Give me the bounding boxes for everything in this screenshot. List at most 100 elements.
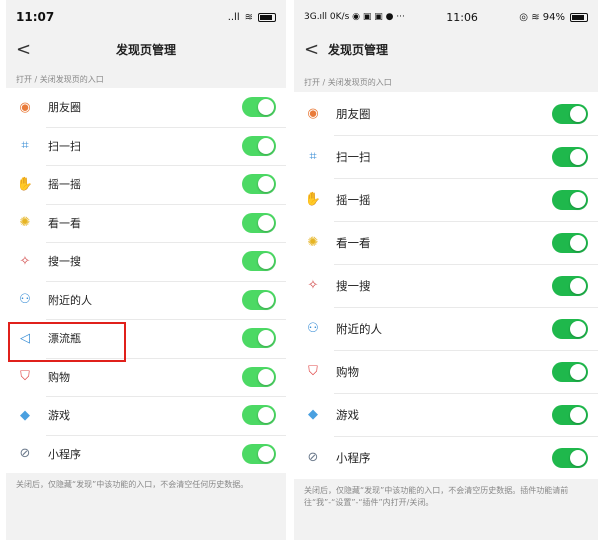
- toggle-switch[interactable]: [242, 289, 276, 310]
- section-label: 打开 / 关闭发现页的入口: [304, 78, 392, 87]
- top-stories-icon: ✺: [307, 235, 319, 250]
- item-label: 扫一扫: [48, 139, 81, 153]
- scan-icon: ⌗: [21, 138, 29, 154]
- section-label: 打开 / 关闭发现页的入口: [16, 75, 104, 84]
- item-label: 扫一扫: [336, 149, 371, 164]
- item-label: 看一看: [48, 216, 81, 230]
- moments-icon: ◉: [307, 106, 319, 121]
- toggle-switch[interactable]: [552, 189, 588, 210]
- item-label: 购物: [48, 370, 70, 384]
- item-label: 搜一搜: [48, 255, 81, 269]
- list-item: ⛉ 购物: [294, 350, 598, 393]
- list-item: ⌗ 扫一扫: [294, 135, 598, 178]
- list-item: ✋ 摇一摇: [6, 165, 286, 204]
- toggle-switch[interactable]: [242, 366, 276, 387]
- toggle-switch[interactable]: [552, 318, 588, 339]
- battery-icon: [570, 12, 588, 22]
- list-item: ⛉ 购物: [6, 357, 286, 397]
- search-icon: ✧: [307, 278, 319, 293]
- list-item: ✧ 搜一搜: [6, 242, 286, 281]
- toggle-switch[interactable]: [552, 275, 588, 296]
- toggle-switch[interactable]: [552, 447, 588, 468]
- shake-icon: ✋: [16, 176, 34, 192]
- toggle-switch[interactable]: [242, 328, 276, 349]
- mini-program-icon: ⊘: [19, 446, 31, 462]
- toggle-switch[interactable]: [552, 103, 588, 124]
- item-label: 朋友圈: [48, 101, 81, 115]
- signal-icon: ..ll: [227, 11, 240, 23]
- status-bar: 11:07 ..ll ≋: [6, 0, 286, 34]
- item-label: 小程序: [336, 450, 371, 465]
- status-right-indicators: ◎ ≋ 94%: [519, 11, 565, 23]
- page-title: 发现页管理: [115, 42, 176, 57]
- shopping-icon: ⛉: [20, 369, 30, 385]
- list-item: ◉ 朋友圈: [6, 88, 286, 127]
- people-nearby-icon: ⚇: [307, 321, 319, 336]
- list-item: ✋ 摇一摇: [294, 178, 598, 221]
- page-title: 发现页管理: [328, 42, 389, 57]
- toggle-switch[interactable]: [242, 97, 276, 118]
- item-label: 摇一摇: [48, 178, 81, 192]
- toggle-switch[interactable]: [242, 251, 276, 272]
- back-button[interactable]: <: [16, 39, 34, 60]
- list-item: ⌗ 扫一扫: [6, 126, 286, 166]
- item-label: 购物: [336, 364, 359, 379]
- discover-entry-list: ◉ 朋友圈 ⌗ 扫一扫 ✋ 摇一摇 ✺ 看一看 ✧ 搜一搜 ⚇ 附近的人 ⛉ 购物 ◆ 游戏 ⊘ 小程序: [294, 92, 598, 479]
- footer-note: 关闭后，仅隐藏“发现”中该功能的入口，不会清空历史数据。插件功能请前往“我”-“…: [304, 486, 569, 507]
- list-item: ◆ 游戏: [6, 396, 286, 435]
- discover-entry-list: ◉ 朋友圈 ⌗ 扫一扫 ✋ 摇一摇 ✺ 看一看 ✧ 搜一搜 ⚇ 附近的人 ◁ 漂流瓶 ⛉ 购物 ◆ 游戏 ⊘ 小程序: [6, 88, 286, 473]
- item-label: 摇一摇: [336, 192, 371, 207]
- toggle-switch[interactable]: [242, 212, 276, 233]
- list-item: ◁ 漂流瓶: [6, 319, 286, 358]
- list-item: ◉ 朋友圈: [294, 92, 598, 135]
- list-item: ⚇ 附近的人: [6, 280, 286, 320]
- list-item: ⚇ 附近的人: [294, 307, 598, 350]
- status-time: 11:06: [446, 10, 478, 24]
- list-item: ⊘ 小程序: [6, 434, 286, 474]
- mini-program-icon: ⊘: [307, 450, 319, 465]
- games-icon: ◆: [308, 407, 318, 422]
- item-label: 搜一搜: [336, 278, 371, 293]
- toggle-switch[interactable]: [552, 404, 588, 425]
- search-icon: ✧: [19, 253, 31, 269]
- status-left-indicators: 3G.ıll 0K/s ◉ ▣ ▣ ● ···: [304, 12, 405, 22]
- item-label: 游戏: [336, 407, 359, 422]
- status-time: 11:07: [16, 10, 55, 24]
- toggle-switch[interactable]: [242, 174, 276, 195]
- moments-icon: ◉: [19, 99, 31, 115]
- scan-icon: ⌗: [309, 149, 317, 164]
- nav-bar: < 发现页管理: [6, 34, 286, 64]
- shopping-icon: ⛉: [308, 364, 318, 379]
- footer-note: 关闭后，仅隐藏“发现”中该功能的入口，不会清空任何历史数据。: [16, 480, 249, 489]
- item-label: 漂流瓶: [48, 332, 81, 346]
- list-item: ✺ 看一看: [6, 203, 286, 243]
- toggle-switch[interactable]: [242, 135, 276, 156]
- item-label: 附近的人: [48, 293, 92, 307]
- ios-discover-settings-panel: 11:07 ..ll ≋ < 发现页管理 打开 / 关闭发现页的入口 ◉ 朋友圈 ⌗…: [6, 0, 286, 540]
- toggle-switch[interactable]: [552, 232, 588, 253]
- back-button[interactable]: <: [304, 39, 322, 60]
- wifi-icon: ≋: [244, 11, 253, 23]
- shake-icon: ✋: [304, 192, 322, 207]
- item-label: 看一看: [336, 235, 371, 250]
- status-bar: 3G.ıll 0K/s ◉ ▣ ▣ ● ··· 11:06 ◎ ≋ 94%: [294, 0, 598, 34]
- people-nearby-icon: ⚇: [19, 292, 31, 308]
- nav-bar: < 发现页管理: [294, 34, 598, 64]
- android-discover-settings-panel: 3G.ıll 0K/s ◉ ▣ ▣ ● ··· 11:06 ◎ ≋ 94% < …: [294, 0, 598, 540]
- drift-bottle-icon: ◁: [20, 330, 30, 346]
- toggle-switch[interactable]: [552, 146, 588, 167]
- games-icon: ◆: [20, 407, 30, 423]
- toggle-switch[interactable]: [552, 361, 588, 382]
- list-item: ✧ 搜一搜: [294, 264, 598, 307]
- battery-icon: [258, 12, 276, 22]
- toggle-switch[interactable]: [242, 443, 276, 464]
- top-stories-icon: ✺: [19, 215, 31, 231]
- item-label: 小程序: [48, 447, 81, 461]
- list-item: ✺ 看一看: [294, 221, 598, 264]
- list-item: ◆ 游戏: [294, 393, 598, 436]
- item-label: 游戏: [48, 409, 70, 423]
- toggle-switch[interactable]: [242, 405, 276, 426]
- item-label: 附近的人: [336, 321, 382, 336]
- list-item: ⊘ 小程序: [294, 436, 598, 479]
- item-label: 朋友圈: [336, 106, 371, 121]
